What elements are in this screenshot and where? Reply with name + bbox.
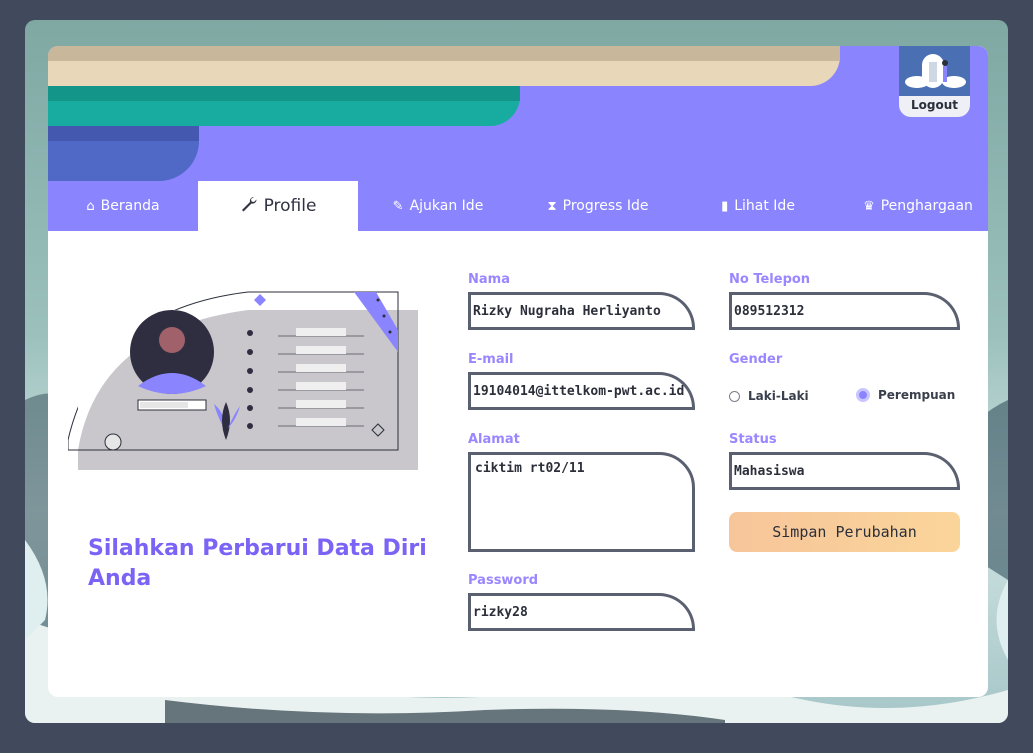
gender-label: Gender	[729, 352, 783, 367]
status-field[interactable]: Mahasiswa	[729, 452, 960, 490]
nama-label: Nama	[468, 272, 510, 287]
hourglass-icon: ⧗	[547, 198, 557, 214]
tab-profile[interactable]: Profile	[198, 181, 358, 231]
clipboard-icon: ▮	[721, 198, 729, 214]
nama-field[interactable]: Rizky Nugraha Herliyanto	[468, 292, 695, 330]
wrench-icon	[240, 195, 258, 217]
telepon-label: No Telepon	[729, 272, 811, 287]
radio-circle	[729, 390, 740, 402]
header-banner: Logout ⌂ Beranda Profile ✎ Ajukan Ide ⧗ …	[48, 46, 988, 231]
radio-circle-selected	[856, 388, 870, 402]
logout-button[interactable]: Logout	[899, 46, 970, 117]
tab-label: Lihat Ide	[734, 198, 795, 214]
password-field[interactable]: rizky28	[468, 593, 695, 631]
email-field[interactable]: 19104014@ittelkom-pwt.ac.id	[468, 372, 695, 410]
tab-ajukan-ide[interactable]: ✎ Ajukan Ide	[358, 181, 518, 231]
logout-door-icon	[899, 46, 970, 96]
tab-label: Progress Ide	[562, 198, 649, 214]
gender-radio-laki[interactable]: Laki-Laki	[729, 389, 809, 403]
tab-label: Penghargaan	[880, 198, 973, 214]
radio-label: Laki-Laki	[748, 389, 809, 403]
alamat-label: Alamat	[468, 432, 520, 447]
tab-label: Ajukan Ide	[409, 198, 484, 214]
status-label: Status	[729, 432, 777, 447]
trophy-icon: ♛	[863, 198, 875, 214]
profile-card: Logout ⌂ Beranda Profile ✎ Ajukan Ide ⧗ …	[48, 46, 988, 697]
radio-label: Perempuan	[878, 388, 956, 402]
edit-icon: ✎	[392, 198, 404, 214]
tab-label: Profile	[263, 196, 317, 216]
tab-beranda[interactable]: ⌂ Beranda	[48, 181, 198, 231]
logout-label: Logout	[910, 98, 958, 112]
decor-stripe	[48, 86, 520, 101]
alamat-textarea[interactable]: ciktim rt02/11	[468, 452, 695, 552]
save-button[interactable]: Simpan Perubahan	[729, 512, 960, 552]
main-nav: ⌂ Beranda Profile ✎ Ajukan Ide ⧗ Progres…	[48, 181, 988, 231]
email-label: E-mail	[468, 352, 514, 367]
tab-label: Beranda	[100, 198, 160, 214]
page-headline: Silahkan Perbarui Data Diri Anda	[88, 536, 427, 591]
decor-stripe	[48, 46, 840, 61]
home-icon: ⌂	[86, 198, 95, 214]
telepon-field[interactable]: 089512312	[729, 292, 960, 330]
tab-penghargaan[interactable]: ♛ Penghargaan	[838, 181, 988, 231]
decor-stripe	[48, 126, 199, 141]
profile-illustration	[67, 290, 420, 476]
password-label: Password	[468, 573, 539, 588]
gender-radio-perempuan[interactable]: Perempuan	[856, 388, 955, 402]
tab-progress-ide[interactable]: ⧗ Progress Ide	[518, 181, 678, 231]
tab-lihat-ide[interactable]: ▮ Lihat Ide	[678, 181, 838, 231]
